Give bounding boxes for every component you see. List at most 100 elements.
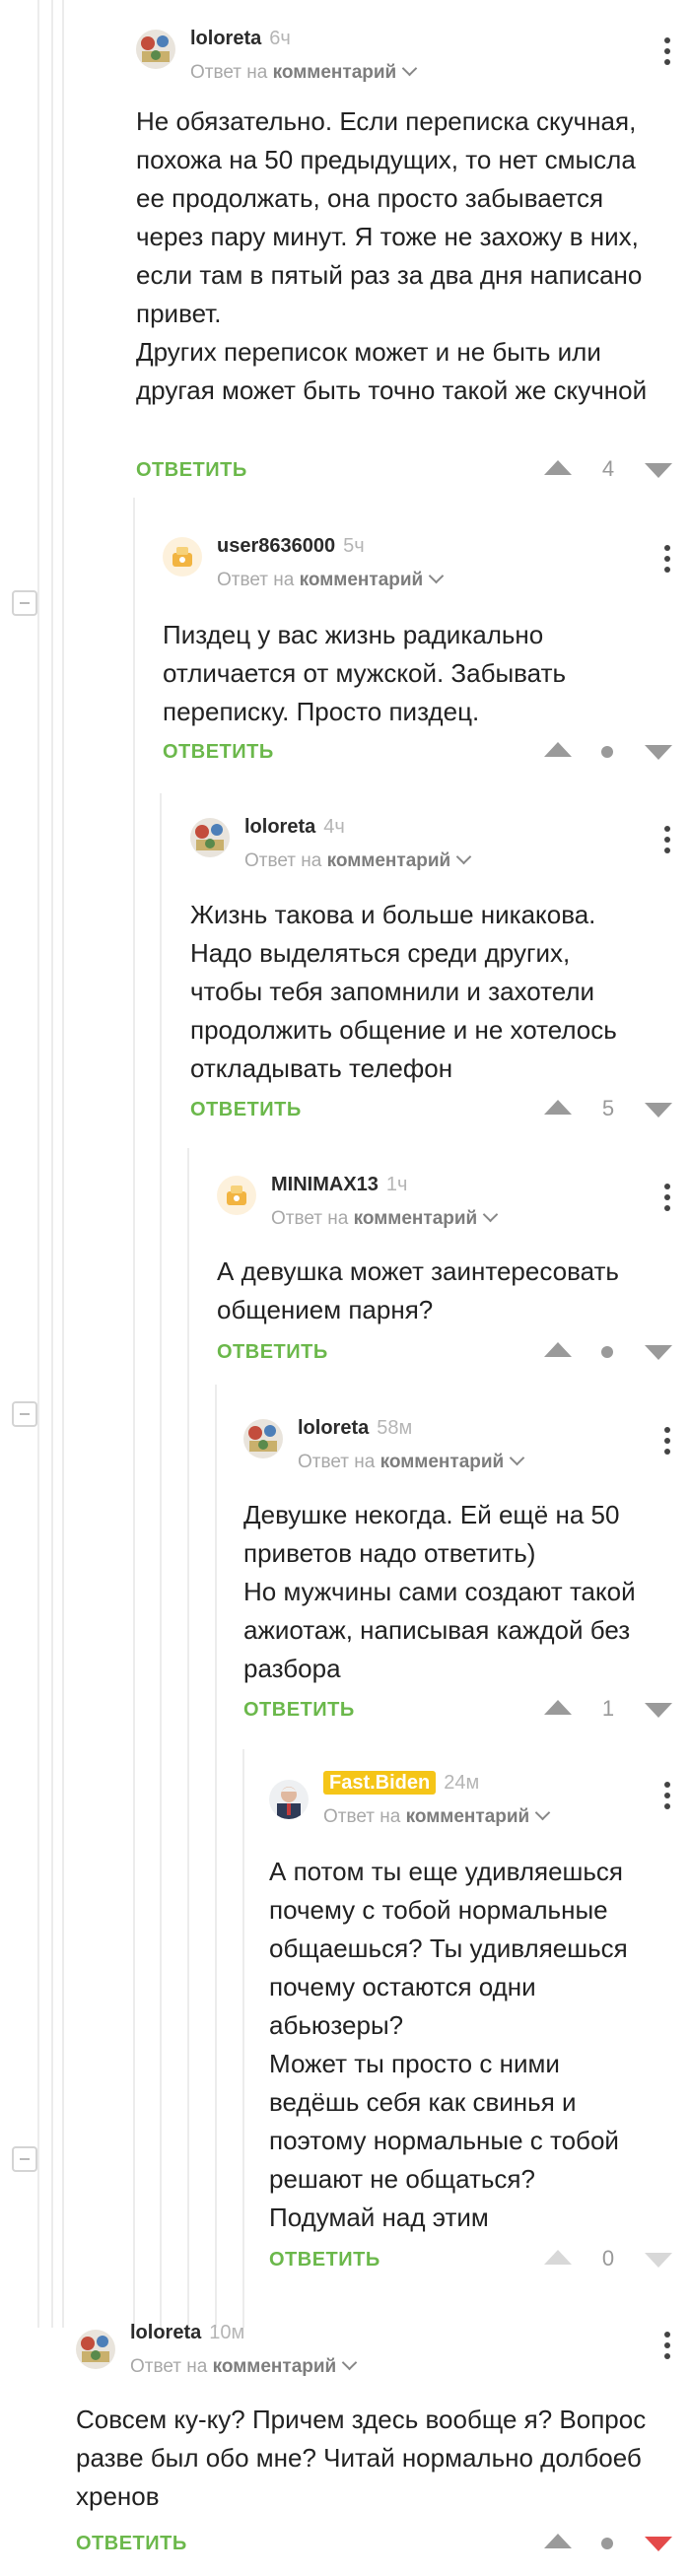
comment-author[interactable]: user8636000 5ч <box>217 535 365 558</box>
comment-author[interactable]: loloreta 6ч <box>190 28 291 50</box>
comment-author[interactable]: MINIMAX13 1ч <box>271 1174 407 1196</box>
thread-line <box>187 1148 189 2328</box>
comment: loloreta 58м Ответ на комментарий Девушке… <box>243 1417 690 1734</box>
comment-author[interactable]: loloreta 4ч <box>244 816 345 839</box>
thread-line <box>51 0 53 2328</box>
rating-score: 1 <box>601 1696 615 1721</box>
chevron-down-icon <box>455 848 472 865</box>
avatar[interactable] <box>243 1419 283 1458</box>
reply-to-link[interactable]: Ответ на комментарий <box>271 1206 499 1230</box>
rating: 4 <box>544 455 672 485</box>
rating-hidden-dot <box>601 2538 613 2549</box>
more-options-icon[interactable] <box>664 1184 670 1216</box>
comment-time: 6ч <box>269 28 291 49</box>
rating <box>544 1337 672 1367</box>
rating: 0 <box>544 2245 672 2274</box>
thread-line <box>133 498 135 2328</box>
comment-text: Не обязательно. Если переписка скучная, … <box>136 106 648 405</box>
avatar[interactable] <box>76 2330 115 2369</box>
more-options-icon[interactable] <box>664 545 670 577</box>
more-options-icon[interactable] <box>664 826 670 858</box>
avatar[interactable] <box>269 1780 309 1819</box>
reply-to-link[interactable]: Ответ на комментарий <box>298 1450 525 1473</box>
downvote-icon[interactable] <box>645 1345 672 1360</box>
reply-button[interactable]: ОТВЕТИТЬ <box>76 2533 187 2555</box>
comment-author[interactable]: Fast.Biden 24м <box>323 1771 480 1795</box>
comment-text: А девушка может заинтересовать общением … <box>217 1256 619 1324</box>
collapse-thread-button[interactable] <box>12 590 37 616</box>
more-options-icon[interactable] <box>664 1782 670 1814</box>
comment-time: 1ч <box>385 1174 408 1195</box>
reply-button[interactable]: ОТВЕТИТЬ <box>163 741 274 764</box>
comment-text: Девушке некогда. Ей ещё на 50 приветов н… <box>243 1500 636 1683</box>
comment-time: 24м <box>444 1772 480 1794</box>
downvote-icon[interactable] <box>645 1703 672 1718</box>
reply-button[interactable]: ОТВЕТИТЬ <box>217 1341 328 1364</box>
comment-author[interactable]: loloreta 10м <box>130 2322 244 2344</box>
thread-line <box>242 1749 244 2328</box>
comment-time: 5ч <box>343 535 365 557</box>
chevron-down-icon <box>428 568 445 584</box>
upvote-icon[interactable] <box>544 2250 572 2265</box>
rating <box>544 737 672 767</box>
reply-button[interactable]: ОТВЕТИТЬ <box>243 1699 355 1722</box>
upvote-icon[interactable] <box>544 1342 572 1357</box>
reply-to-link[interactable]: Ответ на комментарий <box>130 2354 358 2378</box>
downvote-icon[interactable] <box>645 2253 672 2268</box>
downvote-icon[interactable] <box>645 745 672 760</box>
comment: Fast.Biden 24м Ответ на комментарий А пот… <box>269 1771 690 2296</box>
more-options-icon[interactable] <box>664 2332 670 2364</box>
rating-score: 5 <box>601 1096 615 1120</box>
avatar[interactable] <box>217 1176 256 1215</box>
avatar[interactable] <box>136 30 175 69</box>
reply-to-link[interactable]: Ответ на комментарий <box>190 60 418 84</box>
more-options-icon[interactable] <box>664 1427 670 1459</box>
reply-button[interactable]: ОТВЕТИТЬ <box>190 1099 302 1121</box>
upvote-icon[interactable] <box>544 742 572 757</box>
thread-line <box>215 1385 217 2328</box>
avatar[interactable] <box>190 818 230 857</box>
avatar[interactable] <box>163 537 202 576</box>
collapse-thread-button[interactable] <box>12 2146 37 2172</box>
downvote-icon[interactable] <box>645 1103 672 1118</box>
rating: 5 <box>544 1095 672 1124</box>
author-badge: Fast.Biden <box>323 1771 437 1795</box>
comment-text: Пиздец у вас жизнь радикально отличается… <box>163 620 567 726</box>
collapse-thread-button[interactable] <box>12 1401 37 1427</box>
upvote-icon[interactable] <box>544 2534 572 2548</box>
rating-hidden-dot <box>601 746 613 758</box>
downvote-icon[interactable] <box>645 2537 672 2551</box>
downvote-icon[interactable] <box>645 463 672 478</box>
comment: MINIMAX13 1ч Ответ на комментарий А девуш… <box>217 1174 690 1373</box>
chevron-down-icon <box>401 60 418 77</box>
reply-to-link[interactable]: Ответ на комментарий <box>244 848 472 872</box>
rating: 1 <box>544 1695 672 1725</box>
comment: loloreta 4ч Ответ на комментарий Жизнь та… <box>190 816 690 1133</box>
rating-score: 4 <box>601 456 615 481</box>
comment-text: Совсем ку-ку? Причем здесь вообще я? Воп… <box>76 2405 647 2511</box>
chevron-down-icon <box>534 1804 551 1821</box>
reply-to-link[interactable]: Ответ на комментарий <box>217 568 445 591</box>
rating-score: 0 <box>601 2246 615 2271</box>
thread-line <box>160 793 162 2328</box>
upvote-icon[interactable] <box>544 460 572 475</box>
comment: loloreta 10м Ответ на комментарий Совсем … <box>76 2322 690 2560</box>
chevron-down-icon <box>341 2354 358 2371</box>
reply-to-link[interactable]: Ответ на комментарий <box>323 1804 551 1828</box>
thread-line <box>62 0 64 2328</box>
comment: loloreta 6ч Ответ на комментарий Не обяза… <box>136 28 690 493</box>
comment-text: А потом ты еще удивляешься почему с тобо… <box>269 1857 628 2232</box>
thread-line <box>37 0 39 2328</box>
comment-author[interactable]: loloreta 58м <box>298 1417 412 1440</box>
comment: user8636000 5ч Ответ на комментарий Пизде… <box>163 535 690 774</box>
comment-text: Жизнь такова и больше никакова. Надо выд… <box>190 900 617 1083</box>
chevron-down-icon <box>509 1450 525 1466</box>
more-options-icon[interactable] <box>664 37 670 70</box>
reply-button[interactable]: ОТВЕТИТЬ <box>136 459 247 482</box>
rating <box>544 2529 672 2558</box>
upvote-icon[interactable] <box>544 1100 572 1115</box>
upvote-icon[interactable] <box>544 1700 572 1715</box>
comment-time: 10м <box>209 2322 245 2343</box>
rating-hidden-dot <box>601 1346 613 1358</box>
reply-button[interactable]: ОТВЕТИТЬ <box>269 2249 380 2271</box>
